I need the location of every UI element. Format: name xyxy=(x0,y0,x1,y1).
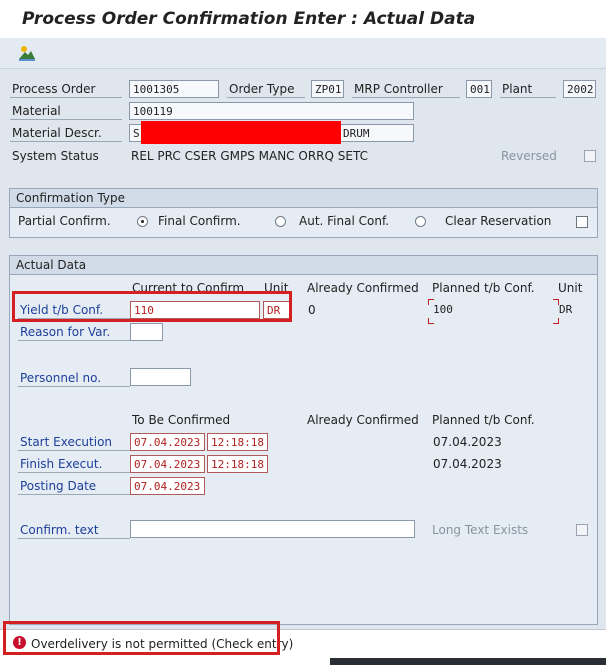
yield-already-confirmed: 0 xyxy=(308,303,316,317)
highlight-box xyxy=(12,291,292,322)
confirmation-type-group: Confirmation Type Partial Confirm. Final… xyxy=(9,188,598,238)
reversed-checkbox[interactable] xyxy=(584,150,596,162)
final-confirm-radio[interactable] xyxy=(137,216,148,227)
divider xyxy=(18,386,130,387)
group-title: Actual Data xyxy=(16,258,87,272)
process-order-field[interactable]: 1001305 xyxy=(129,80,219,98)
divider xyxy=(18,340,130,341)
material-label: Material xyxy=(12,104,61,118)
confirm-text-input[interactable] xyxy=(130,520,415,538)
posting-date-label[interactable]: Posting Date xyxy=(20,479,96,493)
bracket xyxy=(553,318,559,324)
start-date-input[interactable]: 07.04.2023 xyxy=(130,433,205,451)
material-field[interactable]: 100119 xyxy=(129,102,414,120)
divider xyxy=(227,97,305,98)
planned-conf-header: Planned t/b Conf. xyxy=(432,413,535,427)
reversed-label: Reversed xyxy=(501,149,557,163)
system-status-label: System Status xyxy=(12,149,99,163)
divider xyxy=(18,450,130,451)
aut-final-conf-radio[interactable] xyxy=(275,216,286,227)
finish-time-input[interactable]: 12:18:18 xyxy=(207,455,268,473)
divider xyxy=(500,97,556,98)
reason-for-var-input[interactable] xyxy=(130,323,163,341)
mrp-controller-label: MRP Controller xyxy=(354,82,443,96)
plant-field[interactable]: 2002 xyxy=(563,80,596,98)
mrp-controller-field[interactable]: 001 xyxy=(466,80,492,98)
divider xyxy=(352,97,460,98)
clear-reservation-label: Clear Reservation xyxy=(445,214,552,228)
material-descr-label: Material Descr. xyxy=(12,126,102,140)
highlight-box xyxy=(3,621,280,655)
mountain-icon[interactable] xyxy=(18,44,36,62)
final-confirm-label: Final Confirm. xyxy=(158,214,241,228)
clear-reservation-checkbox[interactable] xyxy=(576,216,588,228)
divider xyxy=(18,494,130,495)
start-time-input[interactable]: 12:18:18 xyxy=(207,433,268,451)
material-descr-suffix: DRUM xyxy=(343,127,370,140)
start-execution-label[interactable]: Start Execution xyxy=(20,435,112,449)
clear-reservation-radio[interactable] xyxy=(415,216,426,227)
group-title: Confirmation Type xyxy=(16,191,126,205)
toolbar xyxy=(0,38,606,69)
process-order-label: Process Order xyxy=(12,82,96,96)
divider xyxy=(10,119,122,120)
col-planned-conf: Planned t/b Conf. xyxy=(432,281,535,295)
order-type-field[interactable]: ZP01 xyxy=(311,80,344,98)
personnel-no-label[interactable]: Personnel no. xyxy=(20,371,101,385)
divider xyxy=(10,97,122,98)
system-status-value: REL PRC CSER GMPS MANC ORRQ SETC xyxy=(131,149,368,163)
plant-label: Plant xyxy=(502,82,533,96)
planned-unit: DR xyxy=(559,303,573,316)
col-already-confirmed: Already Confirmed xyxy=(307,281,419,295)
order-type-label: Order Type xyxy=(229,82,295,96)
divider xyxy=(10,141,122,142)
start-planned-date: 07.04.2023 xyxy=(433,435,502,449)
divider xyxy=(18,472,130,473)
taskbar-strip xyxy=(330,658,606,665)
title-bar: Process Order Confirmation Enter : Actua… xyxy=(0,0,606,38)
material-descr-prefix: S xyxy=(133,127,140,140)
redaction xyxy=(141,121,341,144)
posting-date-input[interactable]: 07.04.2023 xyxy=(130,477,205,495)
long-text-exists-checkbox[interactable] xyxy=(576,524,588,536)
yield-planned-input[interactable]: 100 xyxy=(433,303,453,316)
bracket xyxy=(428,318,434,324)
page-title: Process Order Confirmation Enter : Actua… xyxy=(22,9,476,29)
group-header: Actual Data xyxy=(10,256,597,275)
partial-confirm-label: Partial Confirm. xyxy=(18,214,111,228)
finish-execution-label[interactable]: Finish Execut. xyxy=(20,457,102,471)
reason-for-var-label[interactable]: Reason for Var. xyxy=(20,325,110,339)
already-confirmed-header: Already Confirmed xyxy=(307,413,419,427)
aut-final-conf-label: Aut. Final Conf. xyxy=(299,214,390,228)
finish-date-input[interactable]: 07.04.2023 xyxy=(130,455,205,473)
confirm-text-label[interactable]: Confirm. text xyxy=(20,523,99,537)
personnel-no-input[interactable] xyxy=(130,368,191,386)
main-content: Process Order 1001305 Order Type ZP01 MR… xyxy=(0,69,606,629)
col-unit-2: Unit xyxy=(558,281,583,295)
long-text-exists-label: Long Text Exists xyxy=(432,523,529,537)
finish-planned-date: 07.04.2023 xyxy=(433,457,502,471)
group-header: Confirmation Type xyxy=(10,189,597,208)
divider xyxy=(18,538,130,539)
to-be-confirmed-header: To Be Confirmed xyxy=(132,413,231,427)
